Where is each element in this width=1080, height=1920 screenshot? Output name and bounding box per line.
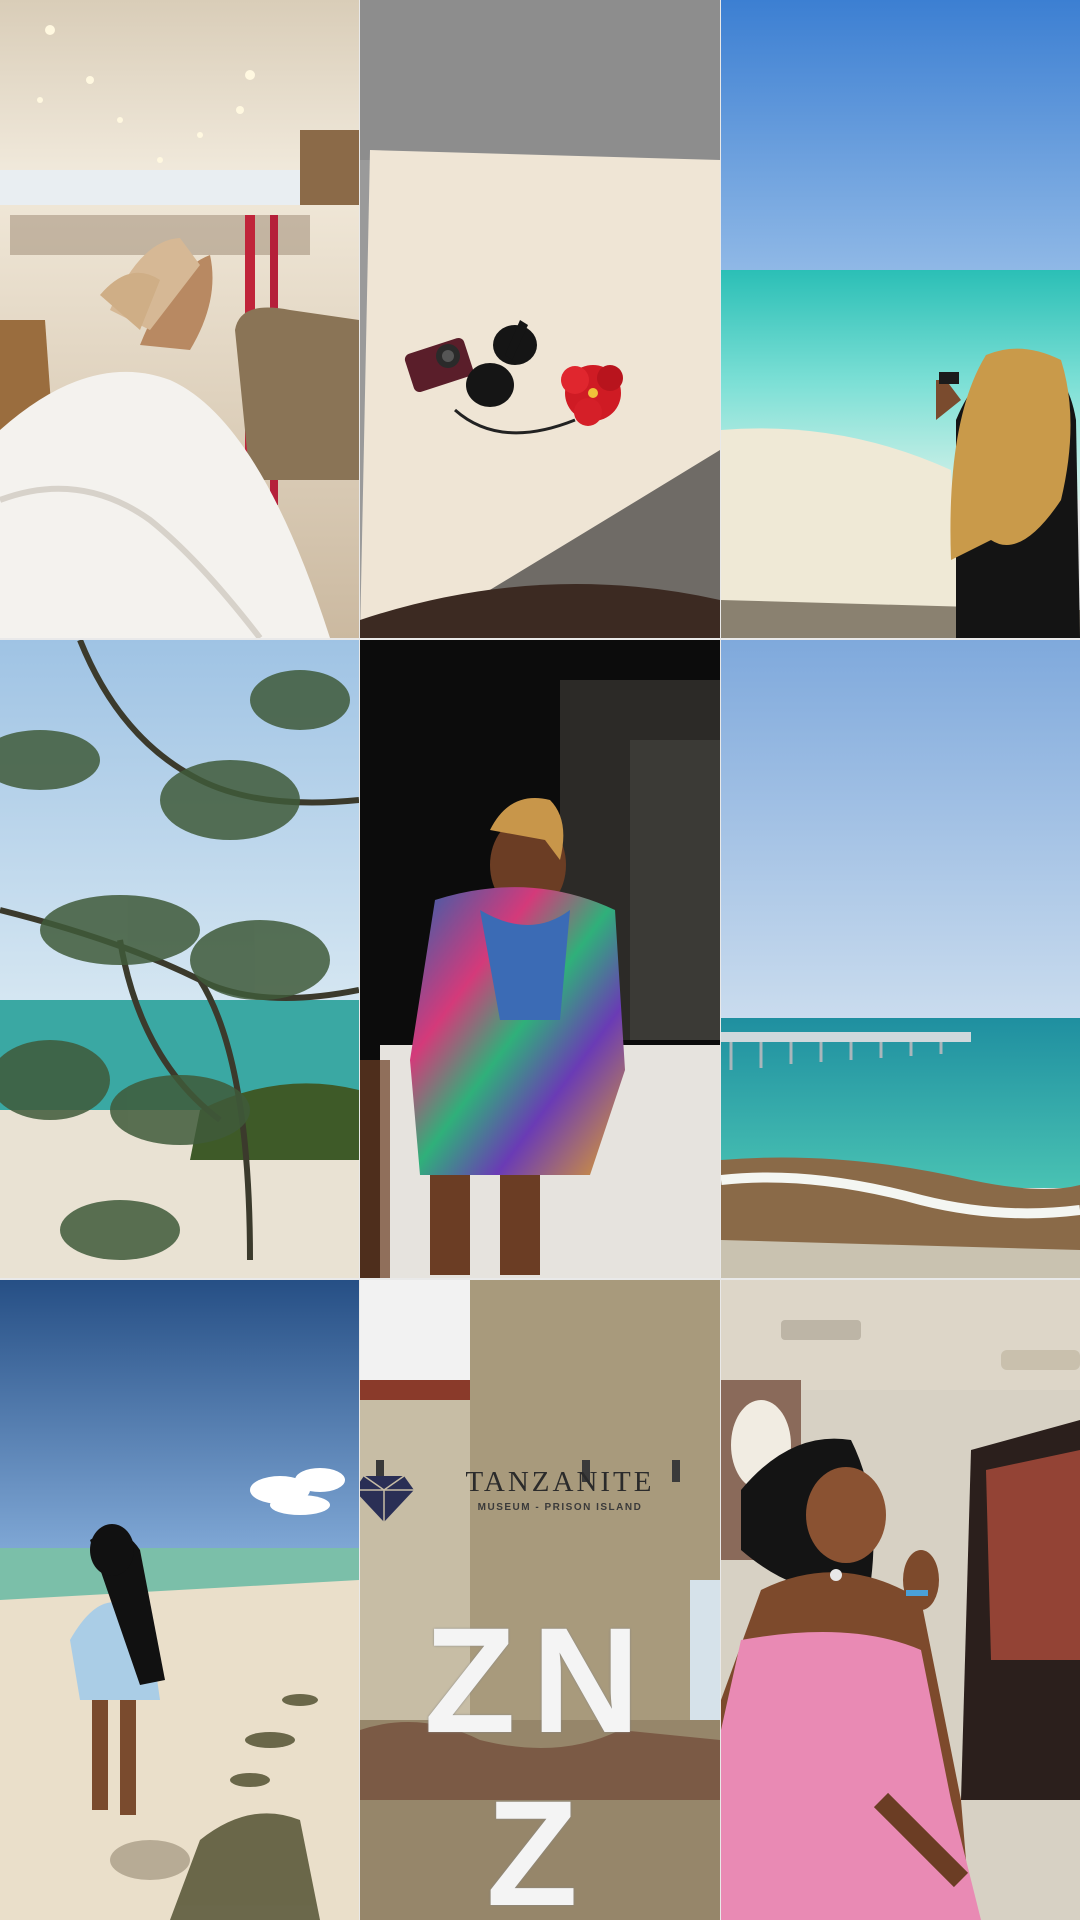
photo-car-portrait-pink-dress: [721, 1280, 1080, 1920]
photo-woman-on-beach: [0, 1280, 359, 1920]
photo-airport-lounge: [0, 0, 359, 638]
photo-beach-photographer: [721, 0, 1080, 638]
museum-sign-title: TANZANITE: [465, 1466, 655, 1498]
photo-tanzanite-museum-wall: TANZANITE MUSEUM - PRISON ISLAND ZN Z: [360, 1280, 720, 1920]
museum-sign-subtitle: MUSEUM - PRISON ISLAND: [477, 1502, 643, 1513]
photo-sea-pier: [721, 640, 1080, 1278]
znz-letters: ZN Z: [424, 1596, 656, 1920]
photo-collage: TANZANITE MUSEUM - PRISON ISLAND ZN Z: [0, 0, 1080, 1920]
photo-pine-branch-beach: [0, 640, 359, 1278]
photo-night-portrait-denim: [360, 640, 720, 1278]
photo-camera-sunglasses-flower: [360, 0, 720, 638]
